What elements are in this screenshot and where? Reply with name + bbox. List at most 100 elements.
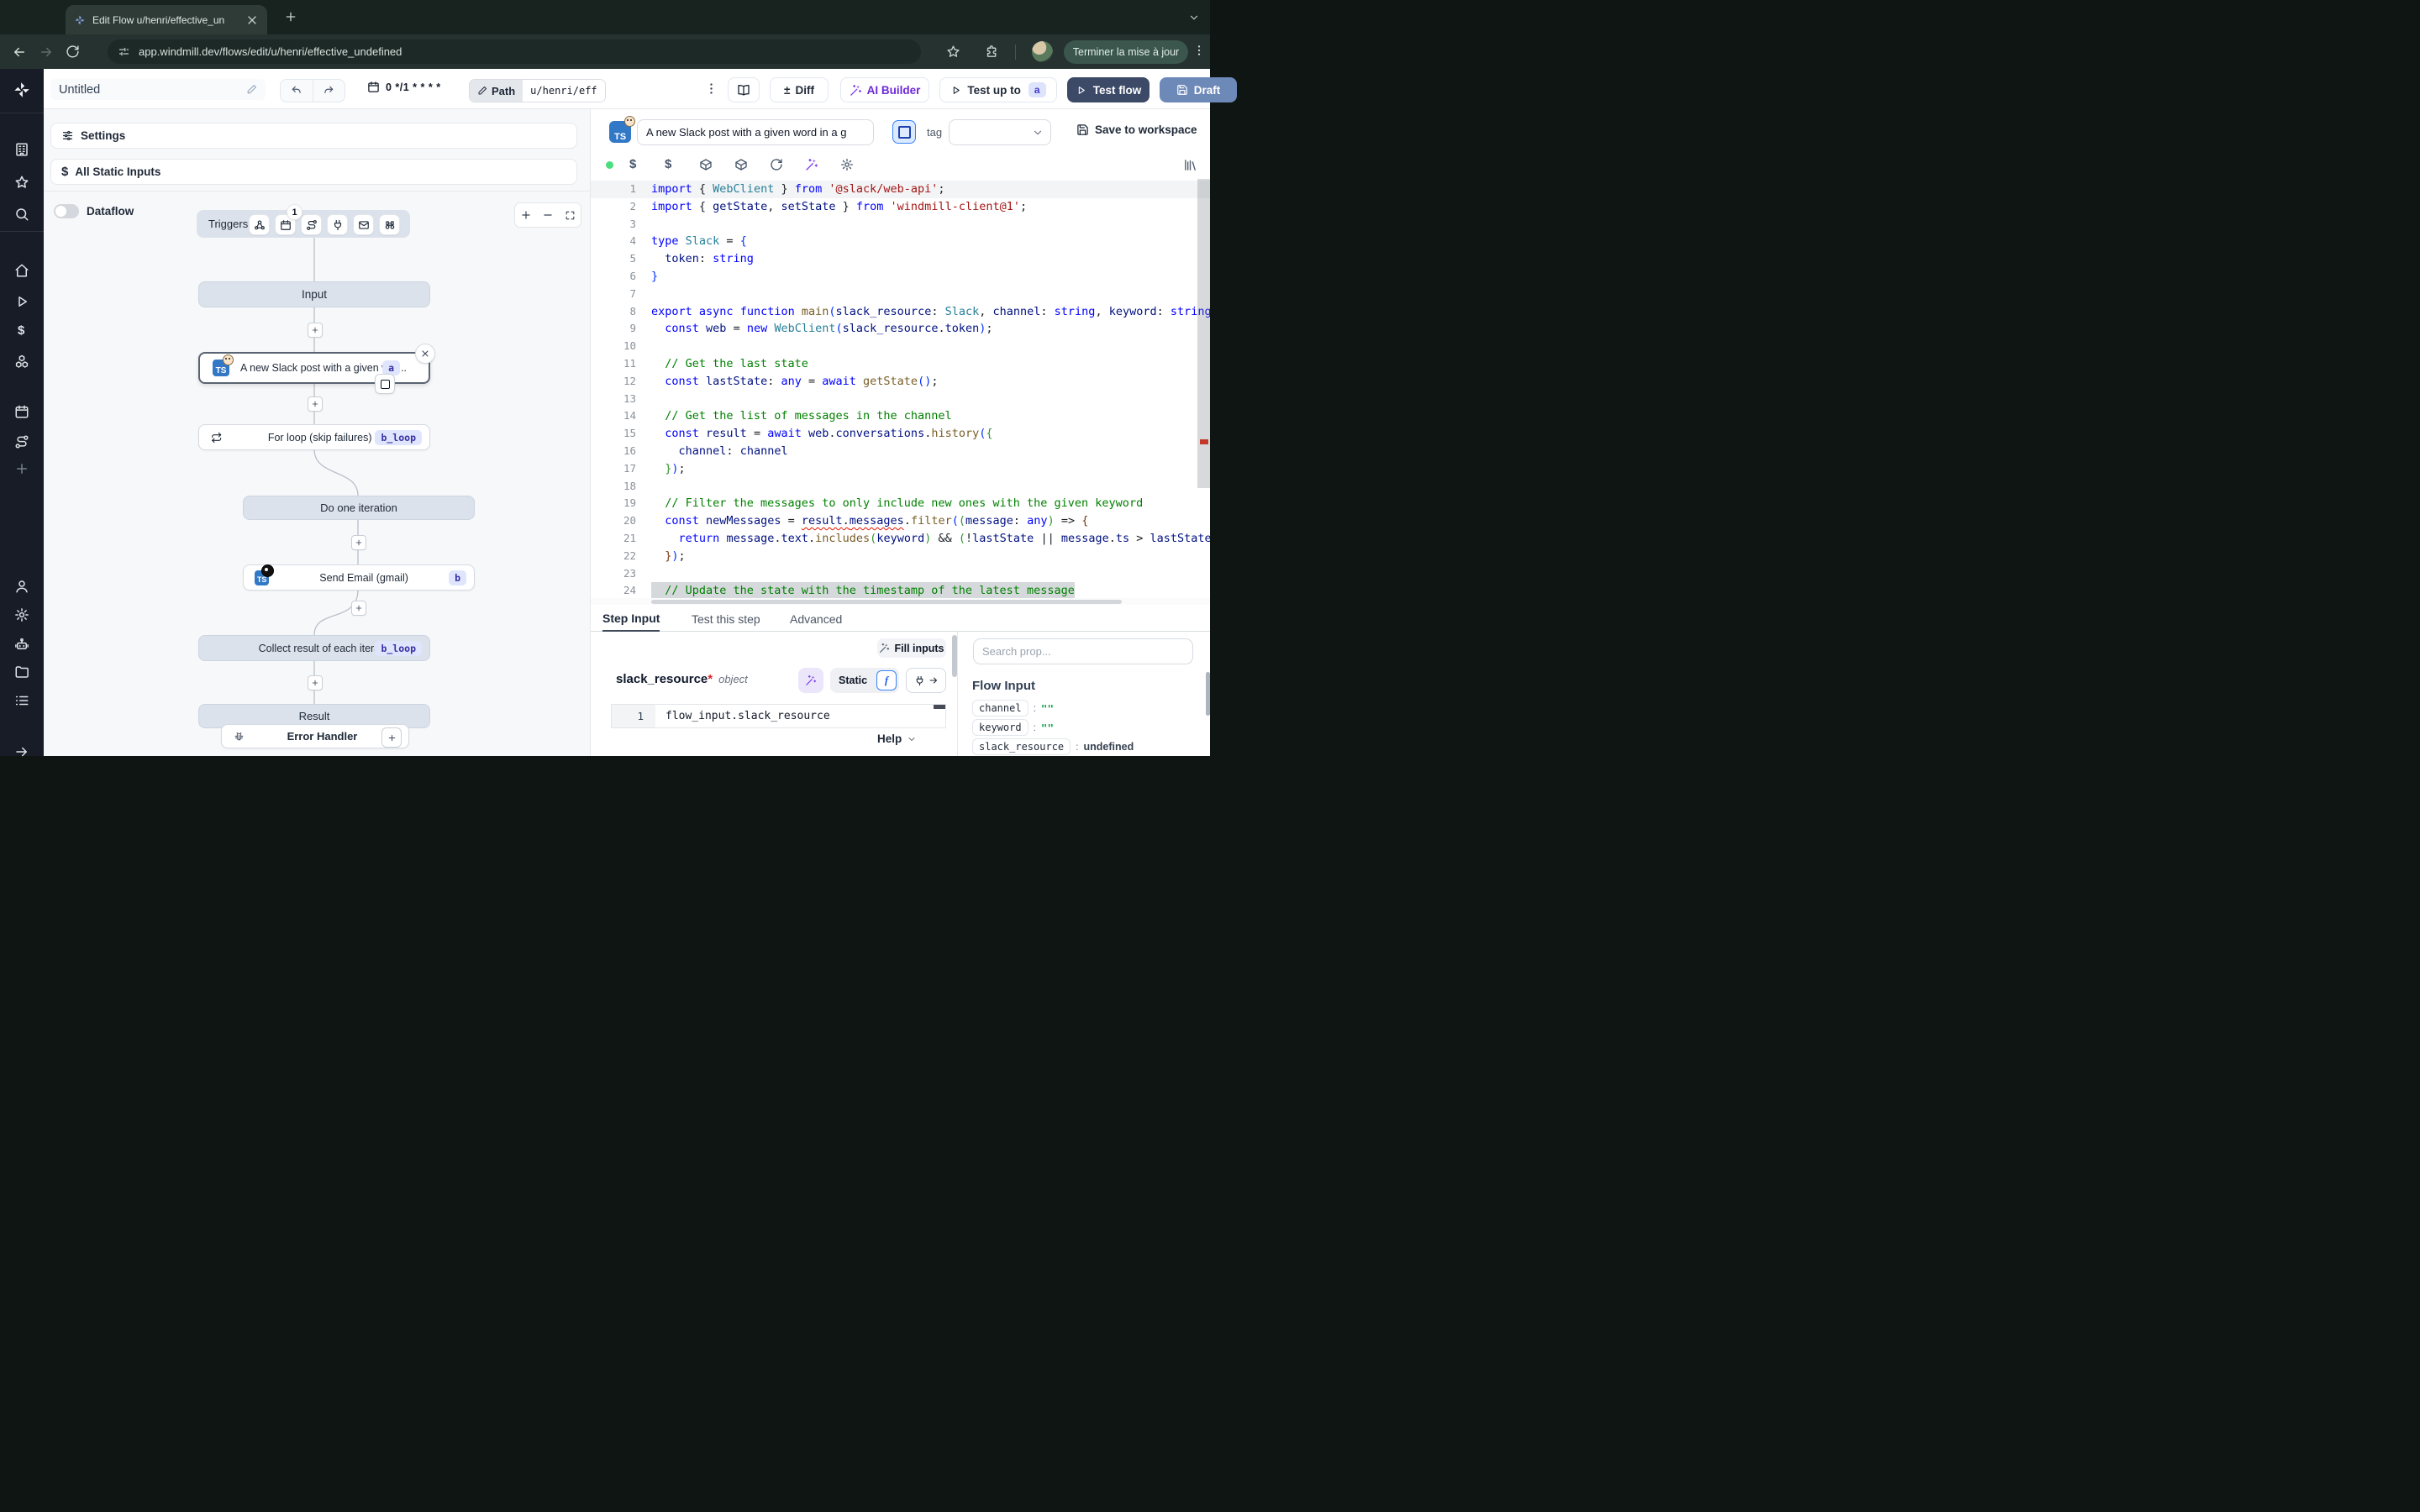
editor-package-icon[interactable] <box>699 158 713 171</box>
flow-input-prop-channel[interactable]: channel:"" <box>972 700 1054 717</box>
node-collect-result[interactable]: Collect result of each iteration b_loop <box>198 635 430 661</box>
search-prop-input[interactable] <box>973 638 1193 664</box>
sidebar-item-home-icon[interactable] <box>14 263 29 278</box>
update-button-label: Terminer la mise à jour <box>1073 46 1179 58</box>
library-icon[interactable] <box>1183 158 1197 172</box>
editor-dollar-icon[interactable]: $ <box>665 157 671 171</box>
code-editor[interactable]: 1import { WebClient } from '@slack/web-a… <box>591 178 1210 598</box>
flow-input-prop-keyword[interactable]: keyword:"" <box>972 719 1054 736</box>
editor-refresh-icon[interactable] <box>770 158 783 171</box>
url-bar[interactable]: app.windmill.dev/flows/edit/u/henri/effe… <box>108 39 921 64</box>
node-do-one-iteration[interactable]: Do one iteration <box>243 496 475 520</box>
trigger-plug-button[interactable] <box>327 214 348 235</box>
sidebar-item-list-icon[interactable] <box>14 693 29 708</box>
sidebar-item-robot-icon[interactable] <box>14 637 29 652</box>
tab-step-input[interactable]: Step Input <box>602 606 660 632</box>
help-button[interactable]: Help <box>877 732 917 745</box>
sidebar-item-calendar-icon[interactable] <box>14 404 29 419</box>
sidebar-item-cubes-icon[interactable] <box>14 354 29 370</box>
sidebar-item-person-icon[interactable] <box>14 579 29 594</box>
trigger-webhook-button[interactable] <box>249 214 270 235</box>
sidebar-item-folder-icon[interactable] <box>14 664 29 680</box>
tab-search-button[interactable] <box>1183 8 1205 28</box>
avatar[interactable] <box>1032 41 1053 62</box>
triggers-bar[interactable]: Triggers 1 <box>197 210 410 238</box>
save-to-workspace-button[interactable]: Save to workspace <box>1076 123 1197 136</box>
static-mode-toggle[interactable]: Static f <box>830 668 899 693</box>
editor-gear-icon[interactable] <box>840 158 854 171</box>
sidebar-item-gear-icon[interactable] <box>14 607 29 622</box>
code-line: 19 // Filter the messages to only includ… <box>591 495 1210 512</box>
insert-step-button[interactable] <box>308 323 323 338</box>
node-error-handler[interactable]: Error Handler <box>221 724 409 748</box>
path-chip[interactable]: Path u/henri/eff <box>469 79 606 102</box>
trigger-mail-button[interactable] <box>353 214 374 235</box>
undo-button[interactable] <box>281 80 313 102</box>
node-input[interactable]: Input <box>198 281 430 307</box>
insert-step-button[interactable] <box>351 601 366 616</box>
insert-step-button[interactable] <box>351 535 366 550</box>
browser-menu-icon[interactable] <box>1192 44 1206 57</box>
delete-step-button[interactable] <box>415 344 435 364</box>
input-expression-editor[interactable]: 1 flow_input.slack_resource <box>611 704 946 728</box>
code-line: 1import { WebClient } from '@slack/web-a… <box>591 181 1210 198</box>
sidebar-item-play-icon[interactable] <box>14 294 29 309</box>
bookmark-star-icon[interactable] <box>946 45 960 59</box>
panel-scrollbar[interactable] <box>952 635 957 677</box>
add-error-handler-button[interactable] <box>381 727 402 748</box>
sidebar-item-route-icon[interactable] <box>14 434 29 449</box>
sidebar-item-building-icon[interactable] <box>14 142 29 157</box>
trigger-route-button[interactable] <box>301 214 322 235</box>
browser-tab[interactable]: Edit Flow u/henri/effective_un <box>66 5 267 34</box>
node-step-a-selected[interactable]: TS A new Slack post with a given wor... … <box>198 352 430 384</box>
test-up-to-button[interactable]: Test up to a <box>939 77 1057 102</box>
tag-select[interactable] <box>949 119 1051 145</box>
sidebar-item-plus-icon[interactable] <box>14 461 29 476</box>
tab-close-icon[interactable] <box>245 13 259 27</box>
sidebar-item-star-icon[interactable] <box>14 175 29 190</box>
connect-input-button[interactable] <box>906 668 946 693</box>
windmill-logo-icon[interactable] <box>13 81 31 99</box>
reload-icon[interactable] <box>66 45 80 59</box>
sidebar-item-search-icon[interactable] <box>14 207 29 222</box>
fill-inputs-button[interactable]: Fill inputs <box>877 638 946 658</box>
editor-horizontal-scrollbar[interactable] <box>591 598 1210 605</box>
tab-advanced[interactable]: Advanced <box>790 606 842 632</box>
test-flow-button[interactable]: Test flow <box>1067 77 1150 102</box>
trigger-binoculars-button[interactable] <box>379 214 400 235</box>
more-options-icon[interactable] <box>704 81 718 96</box>
path-label: Path <box>492 85 515 97</box>
sidebar-item-arrow-right-icon[interactable] <box>14 744 29 759</box>
tab-test-this-step[interactable]: Test this step <box>692 606 760 632</box>
diff-button[interactable]: ± Diff <box>770 77 829 102</box>
editor-package-icon[interactable] <box>734 158 748 171</box>
expand-editor-button[interactable] <box>892 120 916 144</box>
draft-button[interactable]: Draft <box>1160 77 1237 102</box>
ai-suggest-button[interactable] <box>798 668 823 693</box>
step-summary-input[interactable] <box>637 119 874 145</box>
browser-update-button[interactable]: Terminer la mise à jour <box>1064 40 1188 64</box>
javascript-mode-button[interactable]: f <box>876 670 897 690</box>
sidebar-item-dollar-icon[interactable]: $ <box>18 323 24 338</box>
editor-dollar-icon[interactable]: $ <box>629 157 636 171</box>
flow-input-prop-slack_resource[interactable]: slack_resource:undefined <box>972 738 1134 755</box>
extensions-icon[interactable] <box>985 45 999 59</box>
editor-wand-icon[interactable] <box>805 158 818 171</box>
node-step-b[interactable]: TS Send Email (gmail) b <box>243 564 475 591</box>
redo-button[interactable] <box>313 80 345 102</box>
schedule-indicator[interactable]: 0 */1 * * * * <box>367 81 441 93</box>
back-icon[interactable] <box>12 45 27 60</box>
insert-step-button[interactable] <box>308 396 323 412</box>
node-for-loop[interactable]: For loop (skip failures) b_loop <box>198 424 430 450</box>
docs-button[interactable] <box>728 77 760 102</box>
code-line: 18 <box>591 478 1210 496</box>
module-action-button[interactable] <box>375 374 395 394</box>
forward-icon[interactable] <box>39 45 54 60</box>
props-scrollbar[interactable] <box>1206 672 1210 716</box>
ai-builder-button[interactable]: AI Builder <box>840 77 929 102</box>
editor-vertical-scrollbar[interactable] <box>1197 179 1210 596</box>
new-tab-button[interactable] <box>284 10 297 24</box>
insert-step-button[interactable] <box>308 675 323 690</box>
flow-name-field[interactable]: Untitled <box>50 79 266 100</box>
site-info-icon[interactable] <box>118 45 130 58</box>
